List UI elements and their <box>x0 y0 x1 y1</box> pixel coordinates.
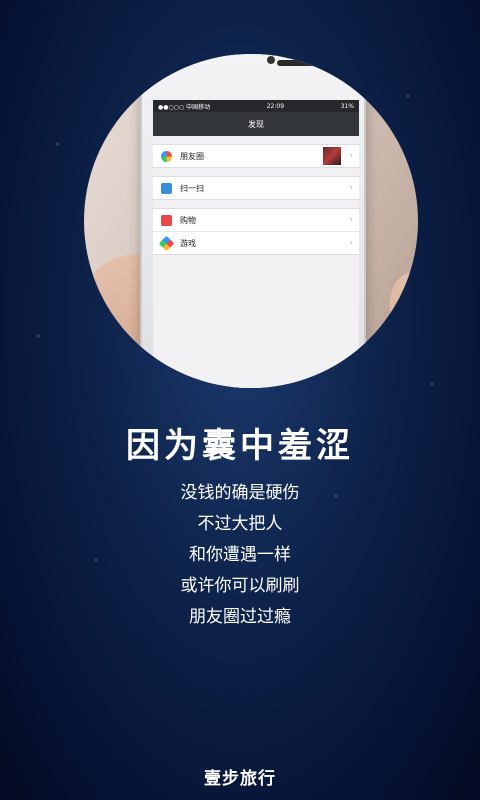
caption-line: 朋友圈过过瘾 <box>189 607 291 627</box>
status-bar: ●●○○○ 中国移动 22:09 31% <box>153 100 359 112</box>
clock-text: 22:09 <box>266 102 285 110</box>
menu-item-game[interactable]: 游戏 › <box>153 231 359 254</box>
speaker-grille <box>277 60 321 66</box>
menu-group-scan: 扫一扫 › <box>153 176 359 200</box>
caption-line: 没钱的确是硬伤 <box>180 483 300 503</box>
caption-line: 和你遭遇一样 <box>189 545 291 565</box>
moments-icon <box>161 150 172 162</box>
menu-item-label: 朋友圈 <box>180 151 204 161</box>
menu-item-shopping[interactable]: 购物 › <box>153 209 359 231</box>
brand-logo: 壹步旅行 <box>204 769 276 789</box>
nav-title: 发现 <box>248 119 264 129</box>
phone-photo: ●●○○○ 中国移动 22:09 31% 发现 朋友圈 › 扫一扫 › 购物 ›… <box>84 54 418 388</box>
menu-item-moments[interactable]: 朋友圈 › <box>153 145 359 167</box>
battery-text: 31% <box>340 102 354 110</box>
chevron-right-icon: › <box>349 238 353 248</box>
menu-item-label: 游戏 <box>180 238 196 248</box>
camera-icon <box>267 56 275 64</box>
menu-item-label: 购物 <box>180 215 196 225</box>
game-icon <box>158 235 175 251</box>
phone-screen: ●●○○○ 中国移动 22:09 31% 发现 朋友圈 › 扫一扫 › 购物 ›… <box>153 100 359 388</box>
chevron-right-icon: › <box>349 183 353 193</box>
menu-item-scan[interactable]: 扫一扫 › <box>153 177 359 199</box>
menu-group-misc: 购物 › 游戏 › <box>153 208 359 255</box>
menu-item-label: 扫一扫 <box>180 183 204 193</box>
carrier-text: ●●○○○ 中国移动 <box>158 103 211 111</box>
menu-group-moments: 朋友圈 › <box>153 144 359 168</box>
chevron-right-icon: › <box>349 151 353 161</box>
caption-lines: 没钱的确是硬伤 不过大把人 和你遭遇一样 或许你可以刷刷 朋友圈过过瘾 <box>0 478 480 633</box>
shopping-icon <box>161 214 172 226</box>
caption-line: 不过大把人 <box>197 514 283 534</box>
avatar <box>323 147 341 165</box>
nav-bar: 发现 <box>153 112 359 136</box>
caption-line: 或许你可以刷刷 <box>180 576 300 596</box>
chevron-right-icon: › <box>349 215 353 225</box>
thumb-illustration <box>377 260 418 388</box>
scan-icon <box>161 182 172 194</box>
headline: 因为囊中羞涩 <box>126 426 354 466</box>
